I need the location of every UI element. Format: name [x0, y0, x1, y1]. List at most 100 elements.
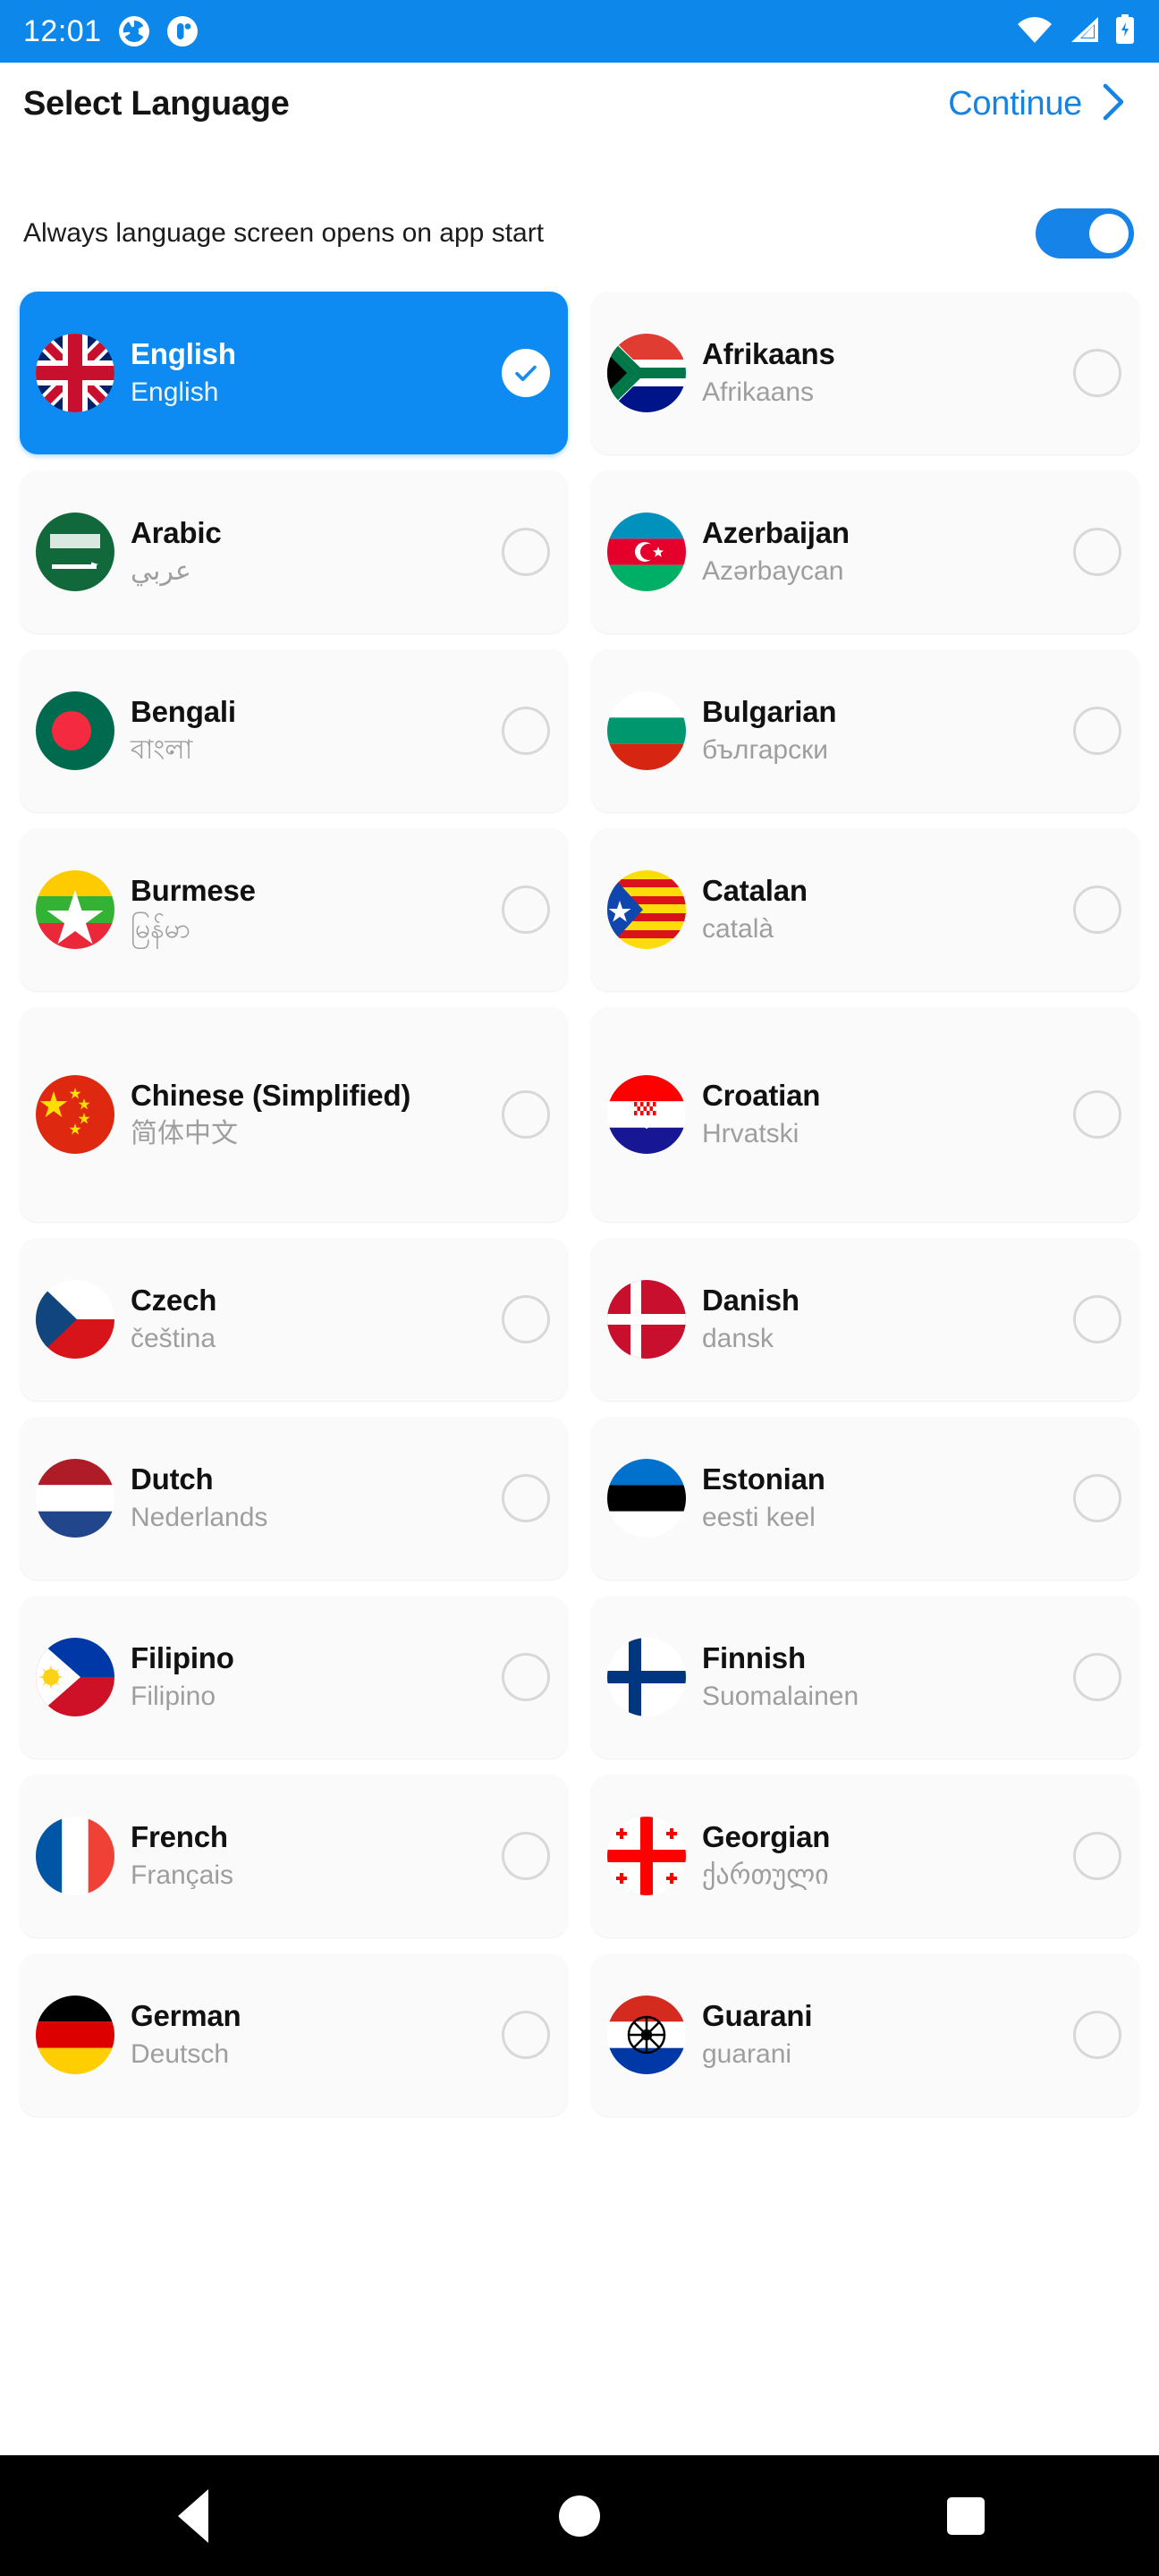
language-card-burmese[interactable]: Burmeseမြန်မာ	[20, 828, 568, 991]
language-radio[interactable]	[1073, 707, 1121, 755]
language-radio[interactable]	[502, 1653, 550, 1701]
language-texts: Georgianქართული	[702, 1820, 1073, 1893]
language-name: Filipino	[131, 1641, 502, 1676]
language-native-name: guarani	[702, 2038, 1073, 2071]
language-texts: DutchNederlands	[131, 1462, 502, 1535]
language-card-chinese-simplified[interactable]: Chinese (Simplified)简体中文	[20, 1007, 568, 1222]
language-radio[interactable]	[502, 1832, 550, 1880]
language-radio[interactable]	[502, 1474, 550, 1522]
app-header: Select Language Continue	[0, 63, 1159, 145]
flag-za-icon	[607, 334, 686, 412]
language-texts: Danishdansk	[702, 1284, 1073, 1356]
language-texts: English English	[131, 337, 502, 410]
language-card-english[interactable]: English English	[20, 292, 568, 454]
circle-app-icon	[166, 15, 199, 47]
flag-de-icon	[36, 1996, 114, 2074]
language-radio[interactable]	[1073, 886, 1121, 934]
flag-ph-icon	[36, 1638, 114, 1716]
always-open-toggle[interactable]	[1036, 208, 1134, 258]
nav-back-button[interactable]	[140, 2471, 247, 2561]
language-card-czech[interactable]: Czechčeština	[20, 1238, 568, 1401]
flag-az-icon	[607, 513, 686, 591]
language-native-name: Nederlands	[131, 1502, 502, 1534]
language-card-estonian[interactable]: Estonianeesti keel	[591, 1417, 1139, 1580]
language-name: Catalan	[702, 874, 1073, 909]
language-name: English	[131, 337, 502, 372]
flag-ge-icon	[607, 1817, 686, 1895]
nav-recents-button[interactable]	[912, 2471, 1019, 2561]
language-radio[interactable]	[502, 528, 550, 576]
chevron-right-icon	[1098, 81, 1129, 127]
language-texts: Guaraniguarani	[702, 1999, 1073, 2072]
language-texts: Arabicعربي	[131, 516, 502, 589]
language-card-bengali[interactable]: Bengaliবাংলা	[20, 649, 568, 812]
language-native-name: မြန်မာ	[131, 913, 502, 945]
language-card-french[interactable]: FrenchFrançais	[20, 1775, 568, 1937]
language-column-right: AfrikaansAfrikaans Azerbaijan Azərbaycan Bu…	[591, 292, 1139, 2372]
language-radio[interactable]	[1073, 1090, 1121, 1139]
continue-button[interactable]: Continue	[948, 81, 1136, 127]
language-radio[interactable]	[1073, 528, 1121, 576]
language-card-danish[interactable]: Danishdansk	[591, 1238, 1139, 1401]
language-native-name: English	[131, 377, 502, 409]
flag-cz-icon	[36, 1280, 114, 1359]
status-clock: 12:01	[23, 14, 102, 49]
language-card-georgian[interactable]: Georgianქართული	[591, 1775, 1139, 1937]
language-radio[interactable]	[1073, 2011, 1121, 2059]
flag-gb-icon	[36, 334, 114, 412]
always-open-language-screen-row: Always language screen opens on app star…	[0, 195, 1159, 272]
language-card-german[interactable]: GermanDeutsch	[20, 1953, 568, 2116]
flag-dk-icon	[607, 1280, 686, 1359]
flag-bg-icon	[607, 691, 686, 770]
flag-mm-icon	[36, 870, 114, 949]
language-native-name: Azərbaycan	[702, 555, 1073, 588]
recents-square-icon	[947, 2497, 985, 2535]
flag-cat-icon	[607, 870, 686, 949]
language-native-name: Suomalainen	[702, 1681, 1073, 1713]
continue-label: Continue	[948, 85, 1082, 123]
language-radio[interactable]	[502, 886, 550, 934]
language-radio[interactable]	[502, 2011, 550, 2059]
language-radio[interactable]	[1073, 349, 1121, 397]
language-name: Czech	[131, 1284, 502, 1318]
language-radio[interactable]	[502, 1090, 550, 1139]
language-name: Chinese (Simplified)	[131, 1079, 502, 1114]
language-texts: Czechčeština	[131, 1284, 502, 1356]
language-radio[interactable]	[1073, 1474, 1121, 1522]
language-card-afrikaans[interactable]: AfrikaansAfrikaans	[591, 292, 1139, 454]
status-bar: 12:01	[0, 0, 1159, 63]
language-name: Croatian	[702, 1079, 1073, 1114]
language-name: Finnish	[702, 1641, 1073, 1676]
language-card-arabic[interactable]: Arabicعربي	[20, 470, 568, 633]
language-name: French	[131, 1820, 502, 1855]
language-radio[interactable]	[1073, 1653, 1121, 1701]
page-title: Select Language	[23, 85, 289, 123]
back-triangle-icon	[178, 2489, 208, 2543]
language-radio[interactable]	[1073, 1295, 1121, 1343]
language-texts: GermanDeutsch	[131, 1999, 502, 2072]
language-card-catalan[interactable]: Catalancatalà	[591, 828, 1139, 991]
flag-bd-icon	[36, 691, 114, 770]
language-name: Danish	[702, 1284, 1073, 1318]
language-radio[interactable]	[1073, 1832, 1121, 1880]
language-card-finnish[interactable]: Finnish Suomalainen	[591, 1596, 1139, 1758]
language-card-dutch[interactable]: DutchNederlands	[20, 1417, 568, 1580]
language-radio[interactable]	[502, 1295, 550, 1343]
language-texts: FilipinoFilipino	[131, 1641, 502, 1714]
language-card-filipino[interactable]: FilipinoFilipino	[20, 1596, 568, 1758]
language-card-guarani[interactable]: Guaraniguarani	[591, 1953, 1139, 2116]
language-native-name: български	[702, 734, 1073, 767]
language-radio[interactable]	[502, 707, 550, 755]
status-bar-left: 12:01	[23, 14, 199, 49]
language-name: Azerbaijan	[702, 516, 1073, 551]
nav-home-button[interactable]	[526, 2471, 633, 2561]
cell-signal-icon	[1068, 15, 1100, 48]
language-card-bulgarian[interactable]: Bulgarianбългарски	[591, 649, 1139, 812]
language-radio-selected[interactable]	[502, 349, 550, 397]
language-texts: AfrikaansAfrikaans	[702, 337, 1073, 410]
language-card-croatian[interactable]: CroatianHrvatski	[591, 1007, 1139, 1222]
flag-fi-icon	[607, 1638, 686, 1716]
language-card-azerbaijan[interactable]: Azerbaijan Azərbaycan	[591, 470, 1139, 633]
home-circle-icon	[559, 2496, 600, 2537]
language-name: Bengali	[131, 695, 502, 730]
